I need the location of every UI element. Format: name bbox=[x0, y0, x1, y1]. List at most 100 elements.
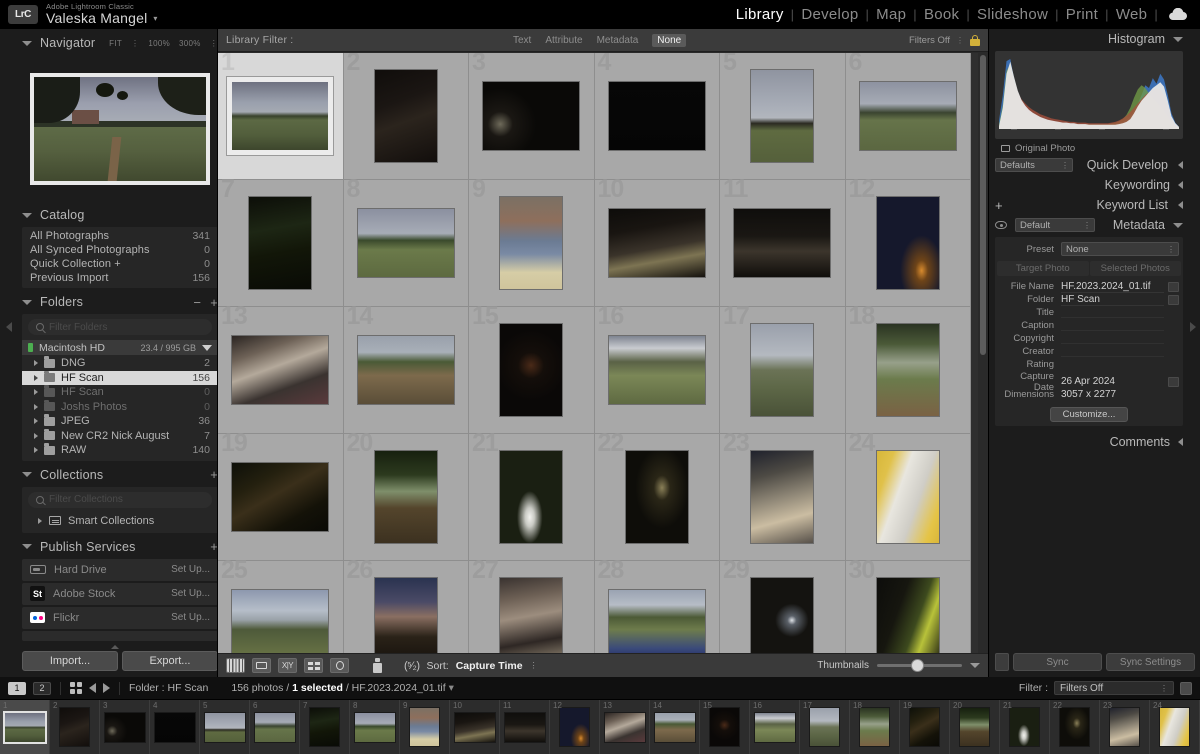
metadata-visibility-icon[interactable] bbox=[995, 221, 1007, 229]
grid-cell[interactable]: 15 bbox=[469, 307, 595, 434]
filmstrip-cell[interactable]: 10 bbox=[450, 700, 500, 754]
module-develop[interactable]: Develop bbox=[794, 6, 865, 23]
folder-row[interactable]: HF Scan 0 bbox=[22, 385, 218, 400]
grid-cell[interactable]: 5 bbox=[720, 53, 846, 180]
grid-thumbnail[interactable] bbox=[232, 336, 328, 404]
disclosure-triangle-icon[interactable] bbox=[22, 544, 32, 549]
grid-cell[interactable]: 10 bbox=[595, 180, 721, 307]
metadata-field-value[interactable] bbox=[1061, 320, 1164, 331]
metadata-field-action-icon[interactable] bbox=[1168, 282, 1179, 292]
metadata-field-rating[interactable]: Rating bbox=[995, 358, 1183, 371]
previous-photo-icon[interactable] bbox=[89, 683, 96, 693]
loupe-view-icon[interactable] bbox=[252, 658, 271, 673]
filmstrip-cell[interactable]: 1 bbox=[0, 700, 50, 754]
folder-row[interactable]: DNG 2 bbox=[22, 356, 218, 371]
disclosure-triangle-icon[interactable] bbox=[22, 41, 32, 46]
disclosure-triangle-icon[interactable] bbox=[38, 518, 42, 524]
folder-row[interactable]: New CR2 Nick August 7 bbox=[22, 429, 218, 444]
zoom-fit-stepper-icon[interactable]: ⋮ bbox=[131, 39, 139, 48]
publish-service-row-partial[interactable] bbox=[22, 631, 218, 641]
metadata-field-title[interactable]: Title bbox=[995, 306, 1183, 319]
grid-view[interactable]: 1234567891011121314151617181920212223242… bbox=[218, 53, 988, 653]
collection-filter-input[interactable]: Filter Collections bbox=[28, 492, 212, 508]
disclosure-triangle-icon[interactable] bbox=[34, 360, 38, 366]
left-panel-collapse-gutter[interactable] bbox=[0, 29, 22, 677]
filter-mode-metadata[interactable]: Metadata bbox=[597, 35, 639, 46]
filmstrip-cell[interactable]: 23 bbox=[1100, 700, 1150, 754]
metadata-preset-select[interactable]: None ⋮ bbox=[1061, 242, 1179, 256]
navigator-header[interactable]: Navigator FIT ⋮ 100% 300% ⋮ bbox=[22, 33, 218, 53]
grid-thumbnail[interactable] bbox=[232, 463, 328, 531]
filmstrip[interactable]: 123456789101112131415161718192021222324 bbox=[0, 700, 1200, 754]
add-publish-service-icon[interactable]: + bbox=[210, 539, 218, 554]
grid-cell[interactable]: 18 bbox=[846, 307, 972, 434]
keyword-list-header[interactable]: + Keyword List bbox=[995, 195, 1183, 215]
filmstrip-thumbnail[interactable] bbox=[1160, 708, 1189, 746]
navigator-preview[interactable] bbox=[22, 57, 218, 201]
grid-thumbnail[interactable] bbox=[751, 451, 813, 543]
filter-mode-attribute[interactable]: Attribute bbox=[545, 35, 582, 46]
grid-cell[interactable]: 26 bbox=[344, 561, 470, 653]
filters-stepper-icon[interactable]: ⋮ bbox=[956, 36, 964, 45]
filmstrip-thumbnail[interactable] bbox=[255, 713, 295, 742]
collections-header[interactable]: Collections + bbox=[22, 465, 218, 485]
disclosure-triangle-icon[interactable] bbox=[34, 433, 38, 439]
grid-thumbnail[interactable] bbox=[751, 578, 813, 653]
filmstrip-thumbnail[interactable] bbox=[60, 708, 89, 746]
grid-cell[interactable]: 3 bbox=[469, 53, 595, 180]
grid-thumbnail[interactable] bbox=[358, 209, 454, 277]
zoom-fit[interactable]: FIT bbox=[109, 39, 122, 48]
grid-cell[interactable]: 21 bbox=[469, 434, 595, 561]
catalog-item-all-photographs[interactable]: All Photographs 341 bbox=[22, 229, 218, 243]
folder-row[interactable]: JPEG 36 bbox=[22, 414, 218, 429]
grid-cell[interactable]: 28 bbox=[595, 561, 721, 653]
filmstrip-filter-lock-icon[interactable] bbox=[1180, 682, 1192, 695]
filmstrip-thumbnail[interactable] bbox=[605, 713, 645, 742]
grid-thumbnail[interactable] bbox=[375, 578, 437, 653]
second-screen-button[interactable]: 2 bbox=[33, 682, 51, 695]
collapse-left-panel-icon[interactable] bbox=[6, 322, 12, 332]
chevron-down-icon[interactable]: ▾ bbox=[153, 14, 157, 23]
filmstrip-thumbnail[interactable] bbox=[960, 708, 989, 746]
disclosure-triangle-icon[interactable] bbox=[1173, 223, 1183, 228]
filmstrip-cell[interactable]: 7 bbox=[300, 700, 350, 754]
folder-row-hf-scan-selected[interactable]: HF Scan 156 bbox=[22, 371, 218, 386]
histogram-chart[interactable] bbox=[995, 51, 1183, 139]
sync-lock-icon[interactable] bbox=[995, 653, 1009, 671]
add-keyword-icon[interactable]: + bbox=[995, 198, 1003, 213]
grid-cell[interactable]: 22 bbox=[595, 434, 721, 561]
filmstrip-cell[interactable]: 22 bbox=[1050, 700, 1100, 754]
grid-cell[interactable]: 6 bbox=[846, 53, 972, 180]
disclosure-triangle-icon[interactable] bbox=[1178, 161, 1183, 169]
metadata-field-value[interactable] bbox=[1061, 346, 1164, 357]
collection-row-smart-collections[interactable]: Smart Collections bbox=[22, 513, 218, 529]
filmstrip-thumbnail[interactable] bbox=[205, 713, 245, 742]
tab-target-photo[interactable]: Target Photo bbox=[997, 261, 1089, 276]
filmstrip-thumbnail[interactable] bbox=[410, 708, 439, 746]
publish-service-setup-link[interactable]: Set Up... bbox=[171, 612, 210, 623]
disclosure-triangle-icon[interactable] bbox=[34, 447, 38, 453]
folder-filter-input[interactable]: Filter Folders bbox=[28, 319, 212, 335]
metadata-field-action-icon[interactable] bbox=[1168, 377, 1179, 387]
grid-thumbnail[interactable] bbox=[626, 451, 688, 543]
grid-thumbnail[interactable] bbox=[358, 336, 454, 404]
grid-cell[interactable]: 13 bbox=[218, 307, 344, 434]
filmstrip-thumbnail[interactable] bbox=[105, 713, 145, 742]
grid-thumbnail[interactable] bbox=[734, 209, 830, 277]
grid-thumbnail[interactable] bbox=[500, 451, 562, 543]
grid-scrollbar-thumb[interactable] bbox=[980, 55, 986, 355]
grid-cell[interactable]: 30 bbox=[846, 561, 972, 653]
collapse-right-panel-icon[interactable] bbox=[1190, 322, 1196, 332]
disclosure-triangle-icon[interactable] bbox=[22, 300, 32, 305]
grid-thumbnail[interactable] bbox=[609, 590, 705, 653]
filmstrip-cell[interactable]: 15 bbox=[700, 700, 750, 754]
disclosure-triangle-icon[interactable] bbox=[22, 472, 32, 477]
compare-view-icon[interactable]: X|Y bbox=[278, 658, 297, 673]
metadata-header[interactable]: Default ⋮ Metadata bbox=[995, 215, 1183, 235]
disclosure-triangle-icon[interactable] bbox=[34, 375, 38, 381]
quick-develop-header[interactable]: Defaults ⋮ Quick Develop bbox=[995, 155, 1183, 175]
grid-cell[interactable]: 20 bbox=[344, 434, 470, 561]
filmstrip-thumbnail[interactable] bbox=[860, 708, 889, 746]
cloud-sync-icon[interactable] bbox=[1168, 8, 1188, 21]
metadata-field-creator[interactable]: Creator bbox=[995, 345, 1183, 358]
